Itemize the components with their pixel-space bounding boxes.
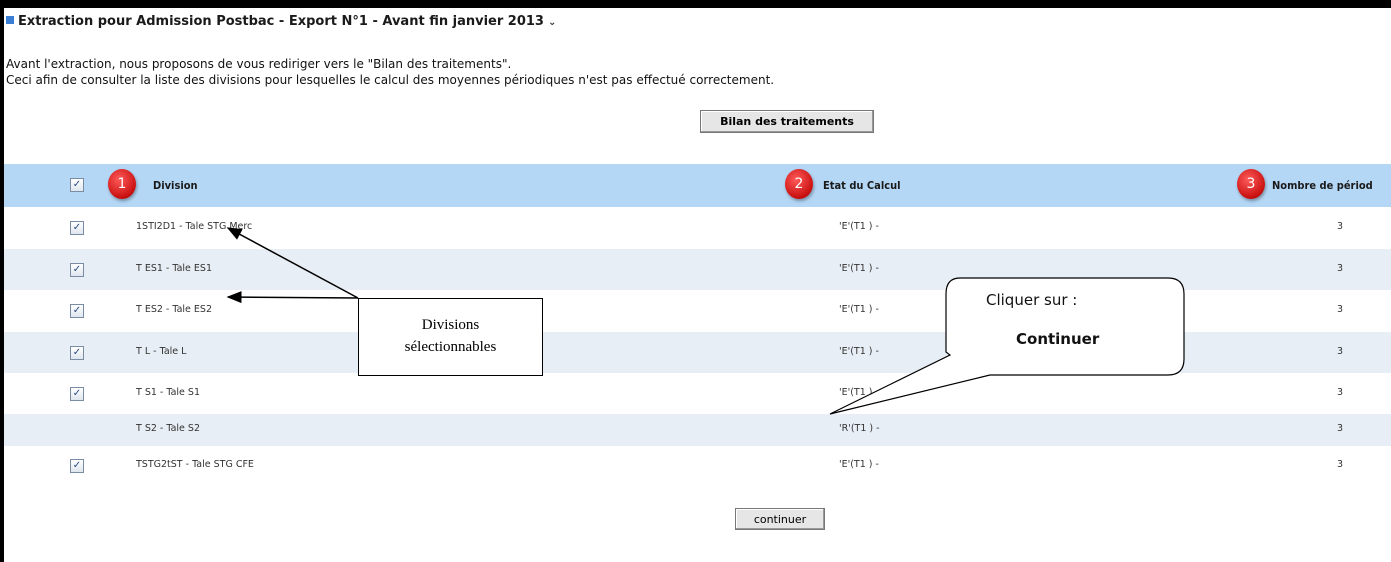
arrow-to-first-division xyxy=(226,227,359,299)
speech-bubble-line-1: Cliquer sur : xyxy=(986,291,1078,309)
continuer-button[interactable]: continuer xyxy=(735,508,825,530)
speech-bubble-line-2: Continuer xyxy=(1016,330,1100,348)
annotation-overlay xyxy=(226,227,1185,415)
arrow-to-second-division xyxy=(226,291,359,304)
